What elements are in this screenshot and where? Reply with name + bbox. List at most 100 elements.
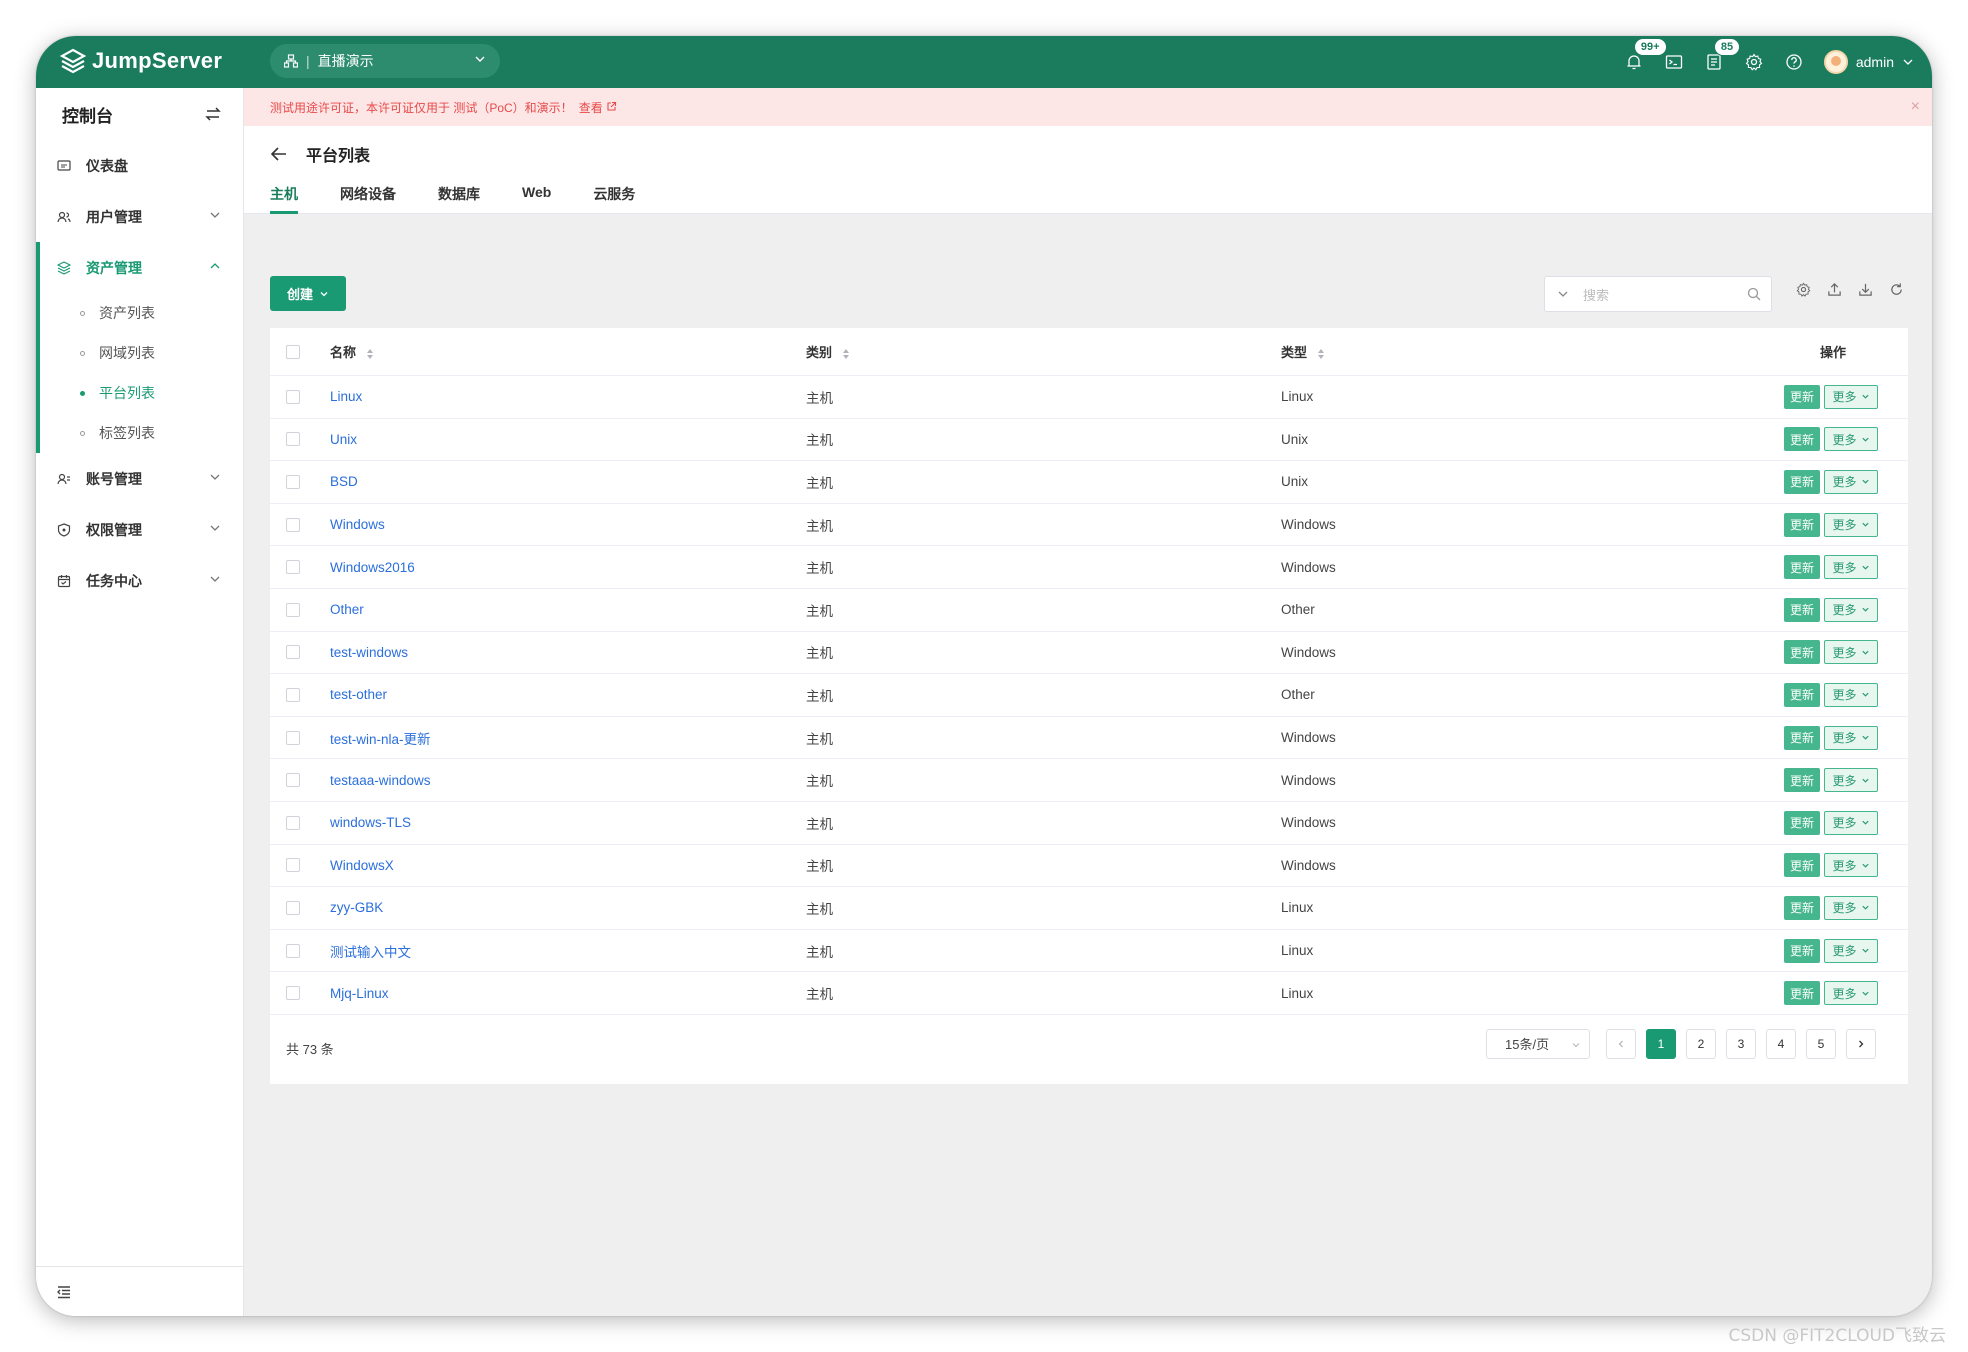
row-checkbox[interactable] <box>286 432 300 447</box>
row-checkbox[interactable] <box>286 900 300 915</box>
update-button[interactable]: 更新 <box>1784 768 1820 793</box>
update-button[interactable]: 更新 <box>1784 384 1820 409</box>
update-button[interactable]: 更新 <box>1784 682 1820 707</box>
sort-icon[interactable] <box>366 348 374 360</box>
import-button[interactable] <box>1819 282 1850 297</box>
update-button[interactable]: 更新 <box>1784 597 1820 622</box>
prev-page-button[interactable] <box>1606 1028 1636 1059</box>
row-checkbox[interactable] <box>286 474 300 489</box>
platform-name-link[interactable]: test-win-nla-更新 <box>330 732 431 747</box>
more-button[interactable]: 更多 <box>1824 725 1878 750</box>
more-button[interactable]: 更多 <box>1824 810 1878 835</box>
platform-name-link[interactable]: zyy-GBK <box>330 900 383 915</box>
tab-cloud[interactable]: 云服务 <box>593 180 635 214</box>
row-checkbox[interactable] <box>286 986 300 1001</box>
update-button[interactable]: 更新 <box>1784 512 1820 537</box>
platform-name-link[interactable]: Linux <box>330 389 362 404</box>
platform-name-link[interactable]: WindowsX <box>330 858 394 873</box>
close-icon[interactable]: × <box>1911 98 1920 116</box>
user-menu[interactable]: admin <box>1823 50 1914 74</box>
sidebar-item-accounts[interactable]: 账号管理 <box>36 453 243 504</box>
sidebar-subitem-domain-list[interactable]: 网域列表 <box>36 333 243 373</box>
row-checkbox[interactable] <box>286 389 300 404</box>
more-button[interactable]: 更多 <box>1824 384 1878 409</box>
platform-name-link[interactable]: BSD <box>330 474 358 489</box>
page-button-1[interactable]: 1 <box>1646 1028 1676 1059</box>
row-checkbox[interactable] <box>286 602 300 617</box>
sort-icon[interactable] <box>1317 348 1325 360</box>
more-button[interactable]: 更多 <box>1824 640 1878 665</box>
platform-name-link[interactable]: Unix <box>330 432 357 447</box>
search-icon[interactable] <box>1747 287 1761 301</box>
search-input[interactable]: 搜索 <box>1544 276 1772 312</box>
tab-host[interactable]: 主机 <box>270 180 298 214</box>
update-button[interactable]: 更新 <box>1784 895 1820 920</box>
switch-view-icon[interactable] <box>205 106 221 122</box>
tab-web[interactable]: Web <box>522 180 551 214</box>
more-button[interactable]: 更多 <box>1824 981 1878 1006</box>
row-checkbox[interactable] <box>286 858 300 873</box>
sidebar-item-tasks[interactable]: 任务中心 <box>36 555 243 606</box>
sidebar-item-assets[interactable]: 资产管理 <box>36 242 243 293</box>
update-button[interactable]: 更新 <box>1784 810 1820 835</box>
update-button[interactable]: 更新 <box>1784 555 1820 580</box>
more-button[interactable]: 更多 <box>1824 895 1878 920</box>
more-button[interactable]: 更多 <box>1824 469 1878 494</box>
row-checkbox[interactable] <box>286 645 300 660</box>
platform-name-link[interactable]: 测试输入中文 <box>330 945 411 960</box>
row-checkbox[interactable] <box>286 730 300 745</box>
brand-logo[interactable]: JumpServer <box>60 48 222 74</box>
web-terminal-button[interactable] <box>1654 36 1694 88</box>
sort-icon[interactable] <box>842 348 850 360</box>
sidebar-subitem-asset-list[interactable]: 资产列表 <box>36 293 243 333</box>
notification-button[interactable]: 99+ <box>1614 36 1667 88</box>
page-button-3[interactable]: 3 <box>1726 1028 1756 1059</box>
page-button-5[interactable]: 5 <box>1806 1028 1836 1059</box>
help-button[interactable] <box>1774 36 1814 88</box>
row-checkbox[interactable] <box>286 687 300 702</box>
sidebar-subitem-platform-list[interactable]: 平台列表 <box>36 373 243 413</box>
more-button[interactable]: 更多 <box>1824 427 1878 452</box>
update-button[interactable]: 更新 <box>1784 853 1820 878</box>
settings-button[interactable] <box>1734 36 1774 88</box>
more-button[interactable]: 更多 <box>1824 512 1878 537</box>
tab-database[interactable]: 数据库 <box>438 180 480 214</box>
update-button[interactable]: 更新 <box>1784 981 1820 1006</box>
update-button[interactable]: 更新 <box>1784 938 1820 963</box>
tab-network-device[interactable]: 网络设备 <box>340 180 396 214</box>
more-button[interactable]: 更多 <box>1824 853 1878 878</box>
page-button-2[interactable]: 2 <box>1686 1028 1716 1059</box>
org-select[interactable]: | 直播演示 <box>270 44 500 78</box>
sidebar-item-dashboard[interactable]: 仪表盘 <box>36 140 243 191</box>
column-header-name[interactable]: 名称 <box>330 342 806 361</box>
platform-name-link[interactable]: test-windows <box>330 645 408 660</box>
column-header-type[interactable]: 类型 <box>1281 342 1741 361</box>
next-page-button[interactable] <box>1846 1028 1876 1059</box>
platform-name-link[interactable]: Other <box>330 602 364 617</box>
row-checkbox[interactable] <box>286 560 300 575</box>
update-button[interactable]: 更新 <box>1784 640 1820 665</box>
collapse-menu-icon[interactable] <box>56 1284 72 1300</box>
page-size-select[interactable]: 15条/页 <box>1486 1028 1590 1059</box>
row-checkbox[interactable] <box>286 773 300 788</box>
update-button[interactable]: 更新 <box>1784 725 1820 750</box>
update-button[interactable]: 更新 <box>1784 469 1820 494</box>
row-checkbox[interactable] <box>286 943 300 958</box>
platform-name-link[interactable]: test-other <box>330 687 387 702</box>
create-button[interactable]: 创建 <box>270 276 346 311</box>
sidebar-subitem-label-list[interactable]: 标签列表 <box>36 413 243 453</box>
tickets-button[interactable]: 85 <box>1694 36 1741 88</box>
more-button[interactable]: 更多 <box>1824 682 1878 707</box>
more-button[interactable]: 更多 <box>1824 768 1878 793</box>
row-checkbox[interactable] <box>286 815 300 830</box>
page-button-4[interactable]: 4 <box>1766 1028 1796 1059</box>
platform-name-link[interactable]: testaaa-windows <box>330 773 431 788</box>
column-header-category[interactable]: 类别 <box>806 342 1281 361</box>
more-button[interactable]: 更多 <box>1824 597 1878 622</box>
notice-link[interactable]: 查看 <box>579 99 617 116</box>
chevron-down-icon[interactable] <box>1557 288 1569 300</box>
platform-name-link[interactable]: Mjq-Linux <box>330 986 389 1001</box>
export-button[interactable] <box>1850 282 1881 297</box>
update-button[interactable]: 更新 <box>1784 427 1820 452</box>
back-arrow-icon[interactable] <box>270 146 288 162</box>
